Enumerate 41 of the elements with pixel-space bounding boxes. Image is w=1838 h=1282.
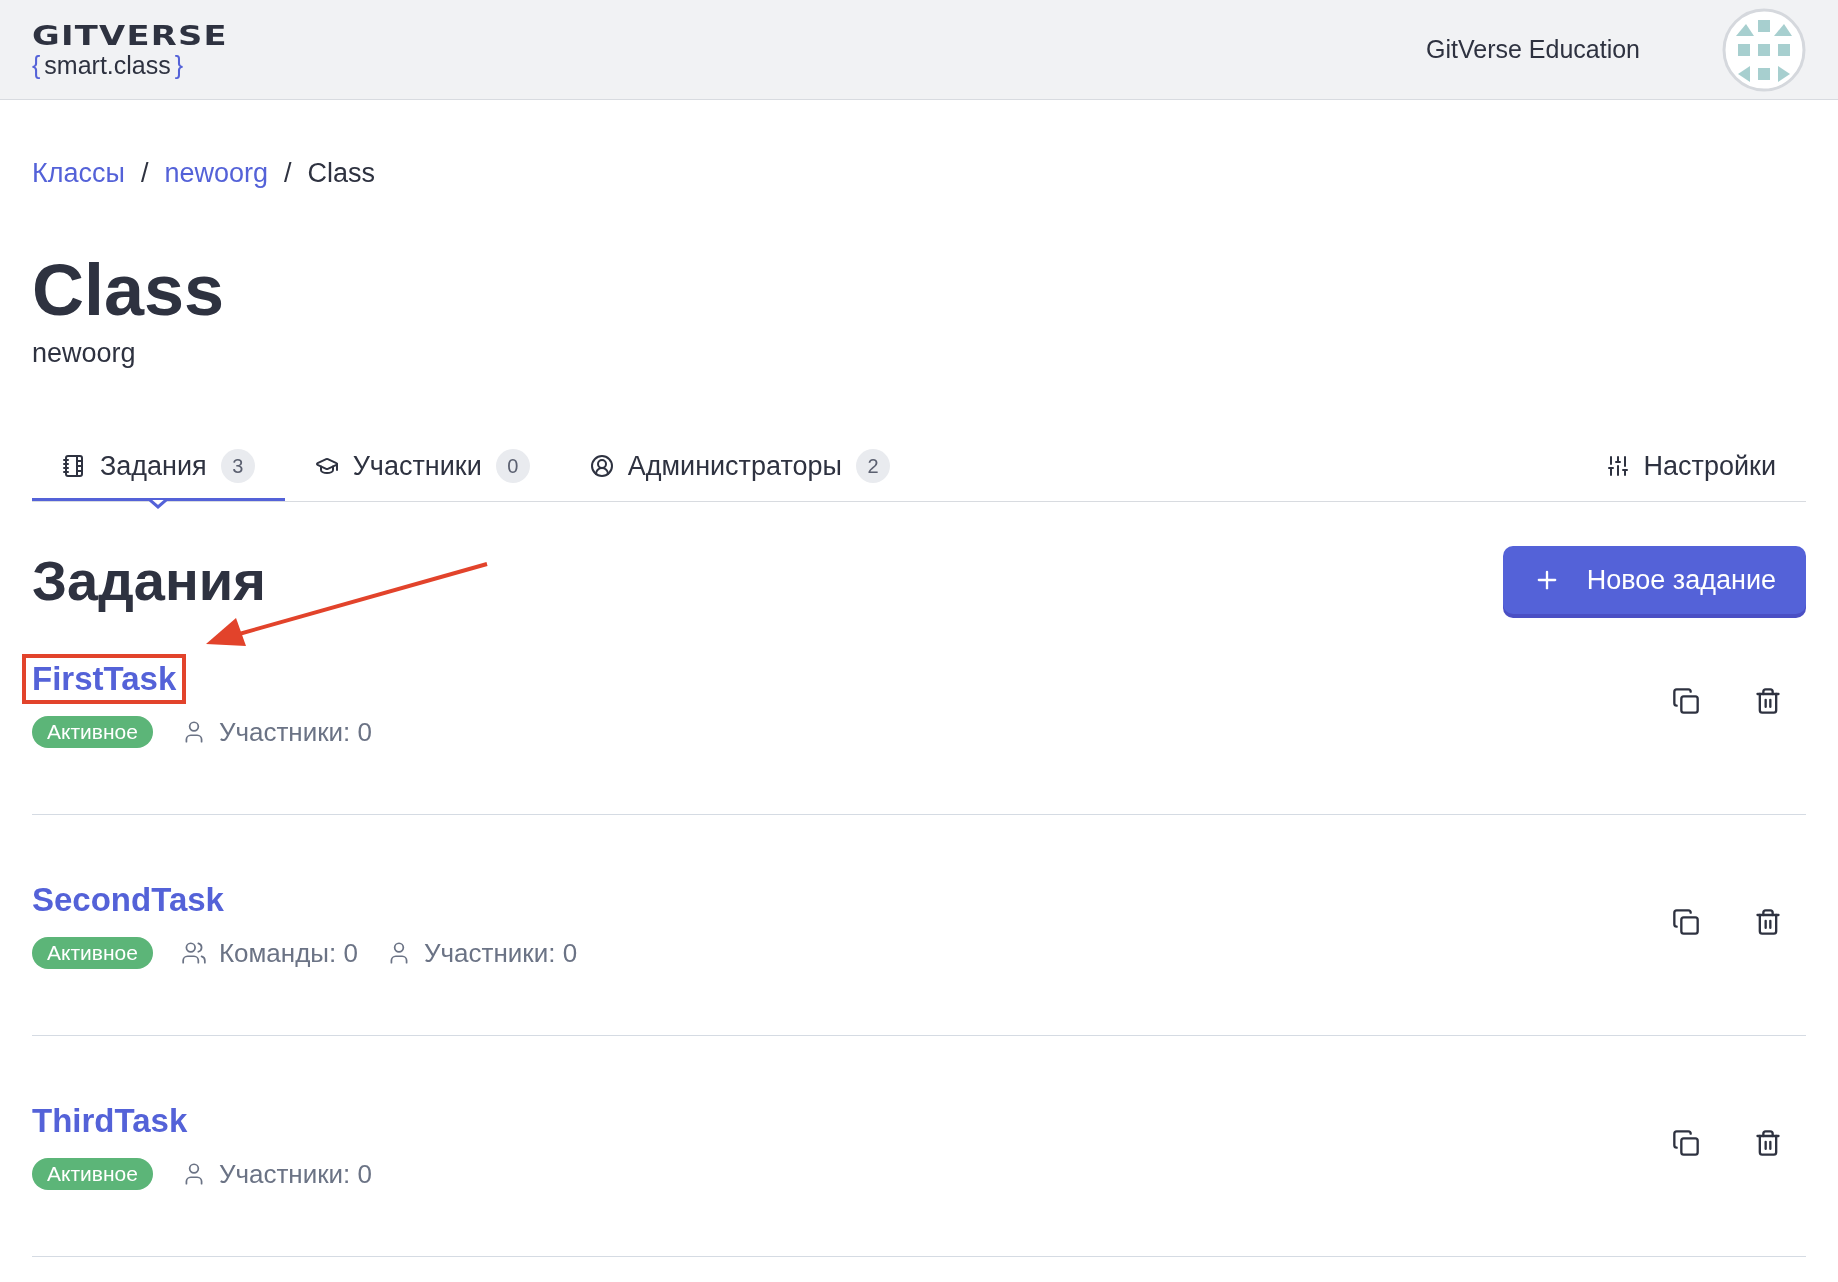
meta-text: Участники: 0 [218, 1158, 372, 1190]
breadcrumb-separator: / [140, 158, 149, 189]
tab[interactable]: Участники 0 [284, 435, 560, 502]
breadcrumb-current: Class [307, 158, 376, 189]
delete-button[interactable] [1754, 687, 1782, 716]
meta-text: Участники: 0 [423, 937, 578, 969]
delete-button[interactable] [1754, 1129, 1782, 1158]
copy-button[interactable] [1672, 908, 1700, 937]
copy-button[interactable] [1672, 1129, 1700, 1158]
tab[interactable]: Задания 3 [32, 435, 285, 502]
new-task-button[interactable]: Новое задание [1502, 546, 1806, 615]
logo-wordmark: GITVERSE [32, 21, 228, 49]
tab[interactable]: Администраторы 2 [559, 435, 920, 502]
status-badge: Активное [32, 1158, 153, 1191]
breadcrumb-link[interactable]: Классы [32, 158, 125, 189]
count-badge: 3 [220, 449, 255, 484]
user-circle-icon [589, 454, 614, 479]
notebook-icon [62, 454, 86, 479]
status-badge: Активное [32, 716, 153, 749]
meta-text: Команды: 0 [218, 937, 358, 969]
task-link[interactable]: SecondTask [22, 875, 234, 926]
count-badge: 0 [495, 449, 530, 484]
breadcrumb-link[interactable]: newoorg [164, 158, 268, 189]
status-badge: Активное [32, 937, 153, 970]
delete-button[interactable] [1754, 908, 1782, 937]
sliders-icon [1605, 454, 1630, 479]
logo-brace: } [174, 52, 184, 78]
section-title: Задания [32, 547, 266, 613]
task-link[interactable]: ThirdTask [22, 1096, 198, 1147]
users-icon [180, 940, 207, 967]
copy-button[interactable] [1672, 687, 1700, 716]
logo-subtitle: smart.class [44, 52, 171, 78]
meta-text: Участники: 0 [218, 716, 372, 748]
settings-tab[interactable]: Настройки [1575, 435, 1806, 502]
org-name: GitVerse Education [1426, 35, 1640, 64]
count-badge: 2 [855, 449, 890, 484]
task-link[interactable]: FirstTask [22, 654, 187, 705]
page-title: Class [32, 251, 226, 331]
logo-brace: { [32, 52, 41, 78]
page-subtitle: newoorg [32, 338, 137, 370]
breadcrumb-separator: / [284, 158, 292, 189]
